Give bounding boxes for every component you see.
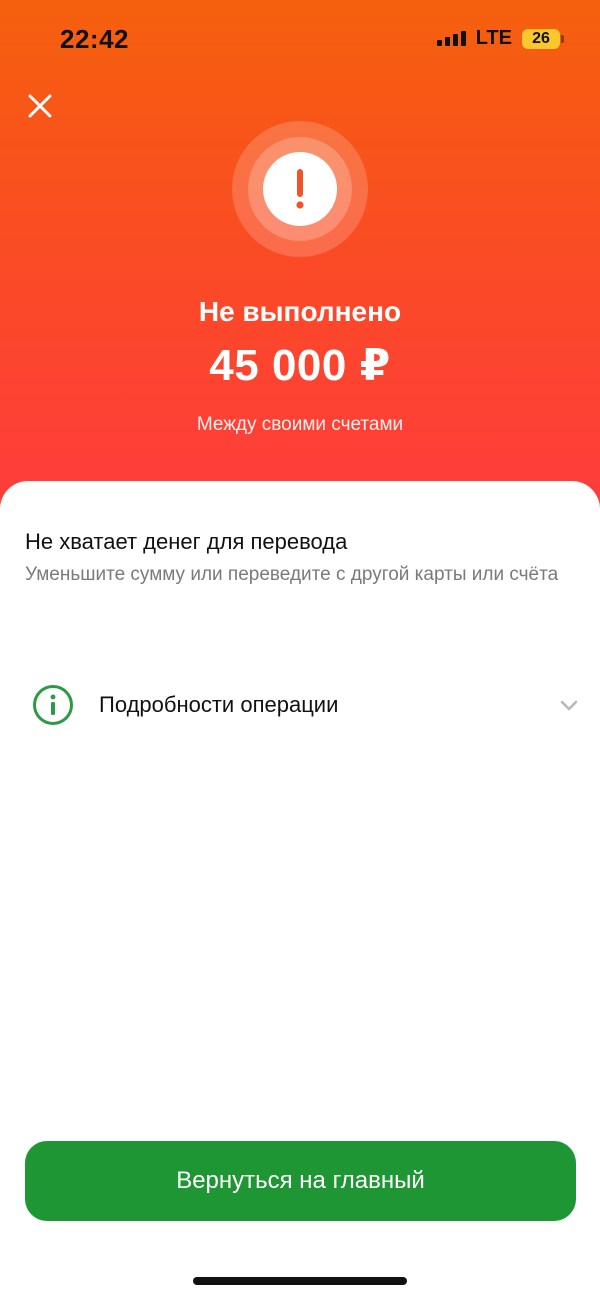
close-button[interactable]	[22, 88, 58, 124]
status-bar-time: 22:42	[60, 24, 129, 54]
operation-details-label: Подробности операции	[99, 692, 339, 717]
transfer-amount: 45 000 ₽	[209, 341, 391, 390]
transfer-type: Между своими счетами	[196, 414, 404, 435]
exclamation-icon	[296, 169, 304, 209]
error-description: Уменьшите сумму или переведите с другой …	[25, 564, 559, 585]
error-title: Не хватает денег для перевода	[25, 529, 348, 554]
operation-details-toggle[interactable]: Подробности операции	[0, 672, 600, 740]
status-bar-right: LTE 26	[436, 27, 564, 50]
battery-level: 26	[532, 29, 550, 47]
home-indicator[interactable]	[193, 1277, 407, 1285]
signal-icon	[436, 31, 466, 46]
network-type: LTE	[475, 27, 512, 49]
return-home-button[interactable]: Вернуться на главный	[25, 1141, 576, 1221]
battery-icon: 26	[522, 28, 564, 49]
chevron-down-icon	[560, 700, 578, 711]
payment-result-screen: 22:42 LTE 26 Не выполнено 45 000 ₽ Между…	[0, 0, 600, 1297]
status-icon-wrapper	[232, 121, 368, 257]
close-icon	[28, 94, 52, 118]
hero-header	[0, 0, 600, 540]
status-title: Не выполнено	[198, 296, 402, 327]
info-icon	[33, 685, 73, 725]
